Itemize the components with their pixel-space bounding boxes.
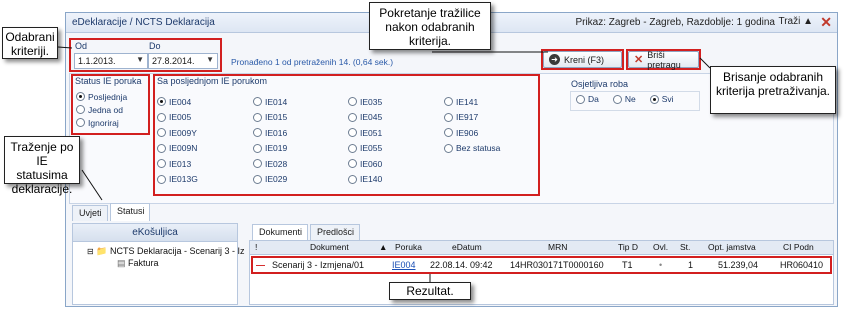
arrow-status [81,169,103,201]
callout-criteria: Odabrani kriteriji. [2,27,58,59]
callout-run: Pokretanje tražilice nakon odabranih kri… [369,2,491,50]
callout-status: Traženje po IE statusima deklaracije. [4,136,80,196]
callout-result: Rezultat. [389,282,471,300]
arrow-clear [699,57,711,69]
callout-clear: Brisanje odabranih kriterija pretraživan… [710,66,836,114]
